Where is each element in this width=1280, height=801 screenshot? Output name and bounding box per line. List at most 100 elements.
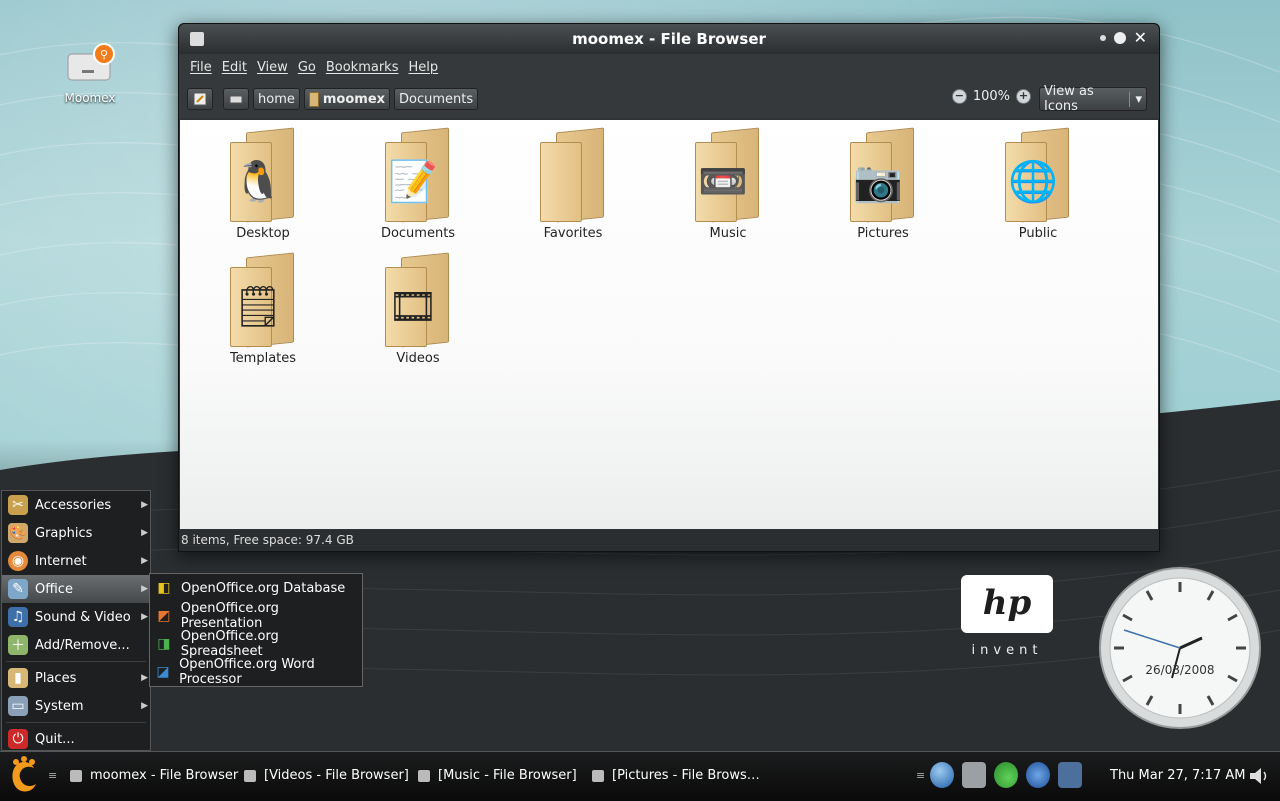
menu-item-graphics[interactable]: 🎨 Graphics ▶ (2, 519, 150, 547)
folder-icon: ▮ (8, 668, 28, 688)
submenu-item-database[interactable]: ◧ OpenOffice.org Database (150, 574, 362, 602)
view-mode-select[interactable]: View as Icons ▾ (1039, 84, 1147, 114)
hard-drive-icon[interactable] (962, 762, 986, 788)
clock-date: 26/03/2008 (1145, 663, 1214, 677)
folder-item-templates[interactable]: 🗒 Templates (208, 251, 318, 366)
menu-item-office[interactable]: ✎ Office ▶ (2, 575, 150, 603)
folder-label: Pictures (857, 226, 909, 241)
submenu-arrow-icon: ▶ (141, 673, 148, 683)
menu-item-label: Quit... (35, 731, 75, 747)
maximize-button[interactable] (1113, 32, 1126, 44)
oo-writer-icon: ◪ (156, 664, 170, 680)
globe-icon: 🌐 (1008, 159, 1058, 205)
menu-item-places[interactable]: ▮ Places ▶ (2, 664, 150, 692)
zoom-out-icon[interactable]: − (951, 89, 967, 104)
menu-view[interactable]: View (252, 60, 293, 75)
path-documents-button[interactable]: Documents (394, 88, 479, 110)
folder-icon (308, 91, 319, 107)
menu-item-system[interactable]: ▭ System ▶ (2, 692, 150, 720)
pencil-icon (193, 92, 207, 106)
menu-item-label: System (35, 698, 84, 714)
folder-label: Favorites (543, 226, 603, 241)
menu-item-label: Accessories (35, 497, 112, 513)
oo-spreadsheet-icon: ◨ (157, 636, 171, 652)
desktop-icon-label: Moomex (64, 91, 116, 105)
taskbar-item-pictures[interactable]: [Pictures - File Brows… (592, 768, 760, 783)
menu-help[interactable]: Help (403, 60, 443, 75)
minimize-button[interactable] (1099, 35, 1106, 41)
folder-item-pictures[interactable]: 📷 Pictures (828, 126, 938, 241)
menu-bookmarks[interactable]: Bookmarks (321, 60, 404, 75)
view-mode-label: View as Icons (1044, 84, 1094, 114)
menu-file[interactable]: File (185, 60, 217, 75)
taskbar-clock[interactable]: Thu Mar 27, 7:17 AM (1110, 768, 1245, 783)
handle-icon: ≡ (916, 769, 926, 782)
hp-logo: hp (961, 575, 1053, 633)
menu-item-internet[interactable]: ◉ Internet ▶ (2, 547, 150, 575)
close-button[interactable]: ✕ (1134, 30, 1147, 46)
submenu-item-word-processor[interactable]: ◪ OpenOffice.org Word Processor (150, 657, 362, 687)
file-browser-window: moomex - File Browser ✕ File Edit View G… (178, 23, 1160, 552)
menu-item-add-remove[interactable]: ＋ Add/Remove... (2, 631, 150, 659)
edit-location-button[interactable] (187, 88, 213, 110)
water-drop-icon[interactable] (930, 762, 954, 788)
menu-item-label: Graphics (35, 525, 93, 541)
file-view[interactable]: 🐧 Desktop 📝 Documents Favorites 📼 Music … (180, 120, 1158, 529)
menu-item-label: Add/Remove... (35, 637, 130, 653)
taskbar-item-label: [Videos - File Browser] (264, 768, 409, 783)
folder-label: Public (1018, 226, 1058, 241)
submenu-arrow-icon: ▶ (141, 528, 148, 538)
volume-icon[interactable] (1248, 764, 1270, 788)
submenu-arrow-icon: ▶ (141, 556, 148, 566)
taskbar: ≡ moomex - File Browser [Videos - File B… (0, 751, 1280, 801)
folder-label: Documents (380, 226, 456, 241)
bluetooth-icon[interactable] (1026, 762, 1050, 788)
taskbar-item-music[interactable]: [Music - File Browser] (418, 768, 577, 783)
power-icon: ⏻ (8, 729, 28, 749)
submenu-item-label: OpenOffice.org Word Processor (179, 657, 315, 687)
taskbar-item-moomex[interactable]: moomex - File Browser (70, 768, 238, 783)
folder-label: Music (709, 226, 747, 241)
folder-item-documents[interactable]: 📝 Documents (363, 126, 473, 241)
system-tray (930, 762, 1082, 788)
folder-item-desktop[interactable]: 🐧 Desktop (208, 126, 318, 241)
window-title: moomex - File Browser (572, 30, 766, 48)
penguin-icon: 🐧 (233, 159, 283, 205)
cassette-icon: 📼 (698, 159, 748, 205)
path-home-button[interactable]: home (253, 88, 300, 110)
handle-icon: ≡ (48, 769, 58, 782)
submenu-item-label: OpenOffice.org Presentation (180, 601, 279, 631)
folder-item-videos[interactable]: 🎞 Videos (363, 251, 473, 366)
folder-item-public[interactable]: 🌐 Public (983, 126, 1093, 241)
menu-item-quit[interactable]: ⏻ Quit... (2, 725, 150, 753)
title-bar[interactable]: moomex - File Browser ✕ (179, 24, 1159, 54)
taskbar-item-videos[interactable]: [Videos - File Browser] (244, 768, 409, 783)
start-menu-icon[interactable] (6, 756, 42, 796)
menu-item-accessories[interactable]: ✂ Accessories ▶ (2, 491, 150, 519)
menu-go[interactable]: Go (293, 60, 321, 75)
menu-item-sound-video[interactable]: ♫ Sound & Video ▶ (2, 603, 150, 631)
submenu-item-spreadsheet[interactable]: ◨ OpenOffice.org Spreadsheet (150, 629, 362, 659)
menu-edit[interactable]: Edit (217, 60, 252, 75)
window-icon (244, 769, 256, 782)
folder-item-music[interactable]: 📼 Music (673, 126, 783, 241)
desktop-icon-moomex[interactable]: ⚲ Moomex (56, 42, 124, 105)
folder-label: Videos (396, 351, 440, 366)
zoom-in-icon[interactable]: + (1016, 89, 1031, 104)
folder-label: Templates (229, 351, 297, 366)
path-moomex-label: moomex (322, 91, 386, 107)
submenu-item-presentation[interactable]: ◩ OpenOffice.org Presentation (150, 601, 362, 631)
internet-icon: ◉ (8, 551, 28, 571)
path-moomex-button[interactable]: moomex (303, 88, 391, 110)
window-icon (592, 769, 604, 782)
office-icon: ✎ (8, 579, 28, 599)
antenna-icon[interactable] (1058, 762, 1082, 788)
applications-menu: ✂ Accessories ▶ 🎨 Graphics ▶ ◉ Internet … (1, 490, 151, 751)
toolbar: home moomex Documents − 100% + View as I… (179, 80, 1159, 118)
folder-item-favorites[interactable]: Favorites (518, 126, 628, 241)
network-status-icon[interactable] (994, 762, 1018, 788)
submenu-arrow-icon: ▶ (141, 584, 148, 594)
document-icon: 📝 (388, 159, 438, 205)
path-root-button[interactable] (223, 88, 249, 110)
office-submenu: ◧ OpenOffice.org Database ◩ OpenOffice.o… (149, 573, 363, 687)
